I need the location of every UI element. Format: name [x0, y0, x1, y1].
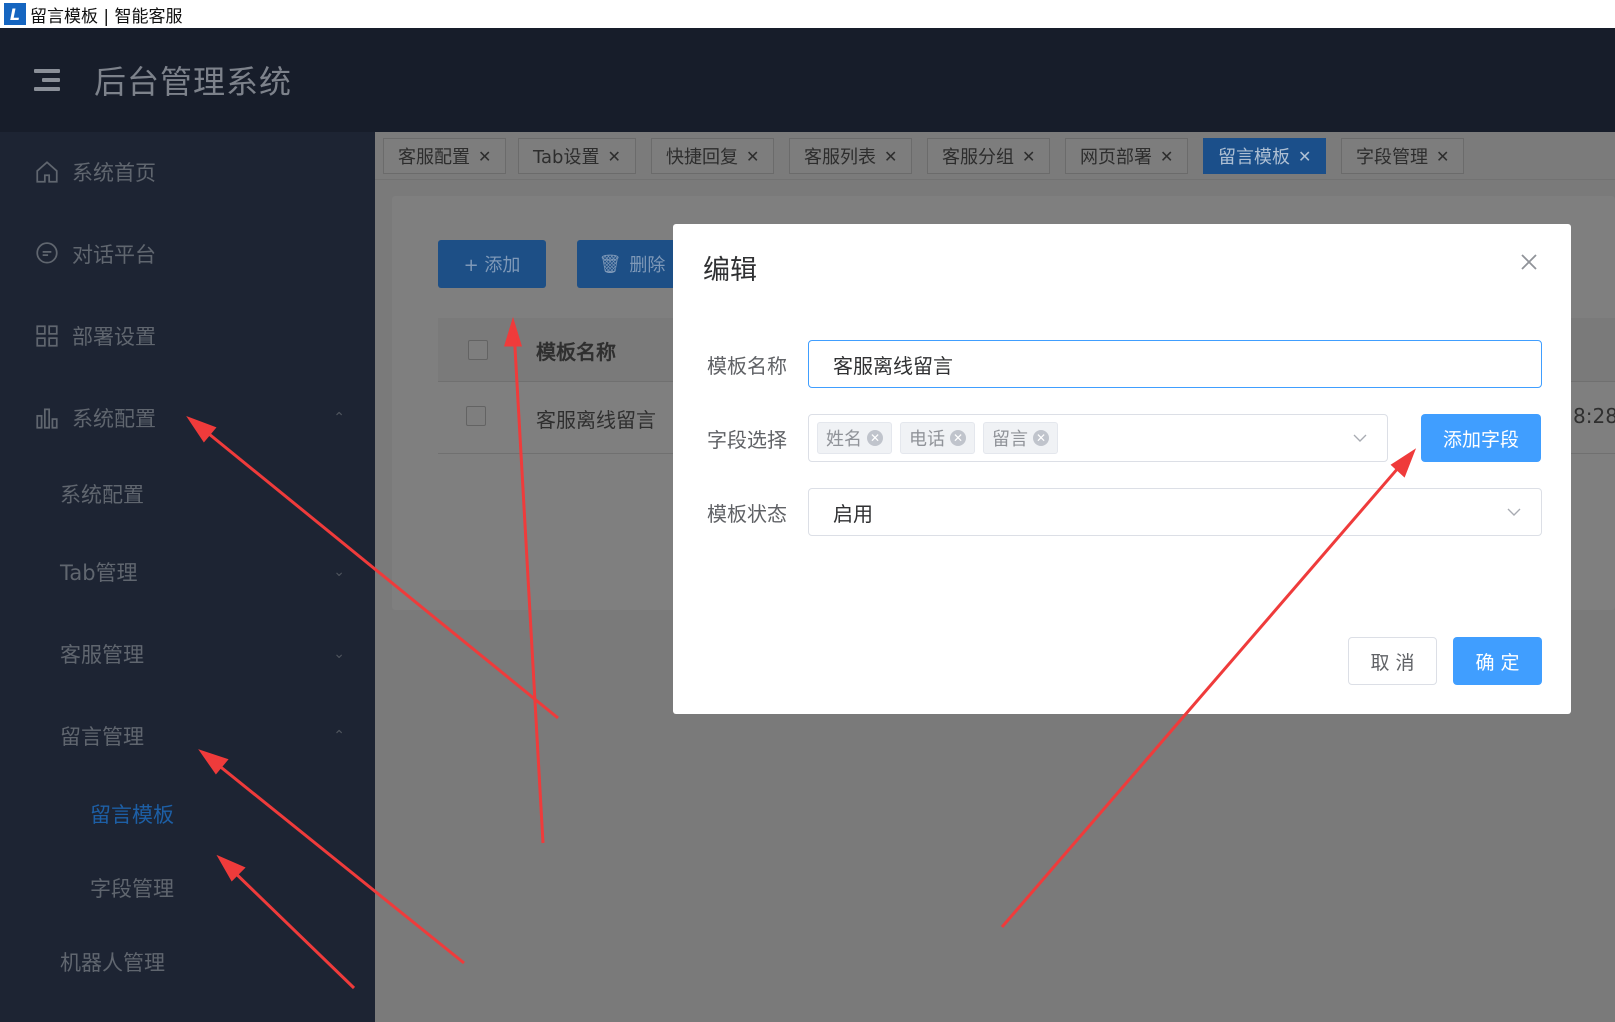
- sidebar-item-system-config[interactable]: 系统配置 ⌃: [0, 388, 375, 448]
- app-title: 后台管理系统: [94, 63, 293, 101]
- close-icon[interactable]: ✕: [478, 147, 491, 166]
- template-name-input[interactable]: 客服离线留言: [808, 340, 1542, 388]
- close-icon[interactable]: [1517, 250, 1541, 274]
- sidebar-item-label: 字段管理: [90, 877, 174, 901]
- tab-message-template[interactable]: 留言模板 ✕: [1203, 138, 1327, 174]
- select-all-checkbox[interactable]: [468, 340, 488, 360]
- tag-close-icon[interactable]: ✕: [867, 430, 883, 446]
- close-icon[interactable]: ✕: [884, 147, 897, 166]
- sidebar-subitem-system-config[interactable]: 系统配置: [0, 464, 375, 524]
- sidebar-subitem-robot-manage[interactable]: 机器人管理: [0, 932, 375, 992]
- close-icon[interactable]: ✕: [1436, 147, 1449, 166]
- sidebar-subitem-message-manage[interactable]: 留言管理 ⌃: [0, 706, 375, 766]
- row-time-cell: 8:28:: [1573, 404, 1615, 428]
- tab-label: 客服配置: [398, 147, 470, 168]
- close-icon[interactable]: ✕: [607, 147, 620, 166]
- cancel-button[interactable]: 取 消: [1348, 637, 1437, 685]
- close-icon[interactable]: ✕: [1022, 147, 1035, 166]
- chevron-down-icon: ⌄: [333, 564, 345, 580]
- tab-agent-list[interactable]: 客服列表 ✕: [789, 138, 913, 174]
- tab-label: Tab设置: [533, 147, 600, 168]
- confirm-button[interactable]: 确 定: [1453, 637, 1542, 685]
- tab-quick-reply[interactable]: 快捷回复 ✕: [651, 138, 775, 174]
- sidebar-item-home[interactable]: 系统首页: [0, 142, 375, 202]
- window-titlebar: L 留言模板 | 智能客服: [0, 0, 1615, 28]
- tab-web-deploy[interactable]: 网页部署 ✕: [1065, 138, 1189, 174]
- close-icon[interactable]: ✕: [1298, 147, 1311, 166]
- field-tag-label: 留言: [992, 429, 1028, 450]
- tag-close-icon[interactable]: ✕: [950, 430, 966, 446]
- sidebar-item-label: Tab管理: [60, 561, 138, 585]
- tab-field-manage[interactable]: 字段管理 ✕: [1341, 138, 1465, 174]
- tab-label: 客服列表: [804, 147, 876, 168]
- close-icon[interactable]: ✕: [1160, 147, 1173, 166]
- sidebar-subitem-tab-manage[interactable]: Tab管理 ⌄: [0, 542, 375, 602]
- template-status-label: 模板状态: [707, 502, 787, 526]
- field-tag-label: 电话: [909, 429, 945, 450]
- add-button[interactable]: + 添加: [438, 240, 546, 288]
- delete-label: 删除: [629, 255, 666, 276]
- field-tag-label: 姓名: [826, 429, 862, 450]
- sidebar-item-label: 客服管理: [60, 643, 144, 667]
- sidebar-subitem-message-template[interactable]: 留言模板: [0, 784, 375, 844]
- app-logo: L: [4, 3, 26, 25]
- tab-tab-settings[interactable]: Tab设置 ✕: [518, 138, 636, 174]
- sidebar-subitem-field-manage[interactable]: 字段管理: [0, 858, 375, 918]
- tag-close-icon[interactable]: ✕: [1033, 430, 1049, 446]
- dialog-title: 编辑: [703, 255, 757, 286]
- delete-button[interactable]: 🗑 删除: [577, 240, 687, 288]
- field-select-label: 字段选择: [707, 428, 787, 452]
- chevron-up-icon: ⌃: [333, 410, 345, 426]
- tab-label: 字段管理: [1356, 147, 1428, 168]
- sidebar-item-label: 留言管理: [60, 725, 144, 749]
- home-icon: [36, 161, 58, 183]
- row-checkbox[interactable]: [466, 406, 486, 426]
- trash-icon: 🗑: [598, 253, 622, 275]
- hamburger-menu-icon[interactable]: [34, 69, 60, 91]
- tab-agent-group[interactable]: 客服分组 ✕: [927, 138, 1051, 174]
- tab-agent-config[interactable]: 客服配置 ✕: [383, 138, 507, 174]
- chevron-up-icon: ⌃: [333, 728, 345, 744]
- chevron-down-icon: [1353, 434, 1367, 442]
- sidebar-item-deploy[interactable]: 部署设置: [0, 306, 375, 366]
- tab-label: 客服分组: [942, 147, 1014, 168]
- bar-chart-icon: [36, 408, 58, 429]
- sidebar-item-label: 系统首页: [72, 161, 156, 185]
- sidebar-item-label: 对话平台: [72, 243, 156, 267]
- field-tag: 留言 ✕: [983, 422, 1058, 454]
- sidebar-item-label: 留言模板: [90, 803, 174, 827]
- chevron-down-icon: [1507, 508, 1521, 516]
- template-status-select[interactable]: 启用: [808, 488, 1542, 536]
- sidebar-item-label: 系统配置: [72, 407, 156, 431]
- sidebar-item-chat[interactable]: 对话平台: [0, 224, 375, 284]
- close-icon[interactable]: ✕: [746, 147, 759, 166]
- template-name-label: 模板名称: [707, 354, 787, 378]
- chevron-down-icon: ⌄: [333, 646, 345, 662]
- tab-label: 快捷回复: [666, 147, 738, 168]
- field-tag: 电话 ✕: [900, 422, 975, 454]
- field-tag: 姓名 ✕: [817, 422, 892, 454]
- template-status-value: 启用: [833, 501, 873, 526]
- field-multi-select[interactable]: 姓名 ✕ 电话 ✕ 留言 ✕: [808, 414, 1388, 462]
- sidebar-item-label: 部署设置: [72, 325, 156, 349]
- chat-icon: [36, 242, 58, 264]
- app-header: 后台管理系统: [0, 28, 1615, 132]
- grid-icon: [36, 325, 58, 347]
- sidebar-subitem-agent-manage[interactable]: 客服管理 ⌄: [0, 624, 375, 684]
- sidebar-item-label: 系统配置: [60, 483, 144, 507]
- sidebar-item-label: 机器人管理: [60, 951, 165, 975]
- row-name-cell: 客服离线留言: [536, 408, 656, 432]
- edit-dialog: 编辑 模板名称 客服离线留言 字段选择 姓名 ✕ 电话 ✕ 留言 ✕ 添加字段 模板状…: [673, 224, 1571, 714]
- window-title: 留言模板 | 智能客服: [30, 6, 183, 27]
- column-header-name: 模板名称: [536, 340, 616, 364]
- tab-label: 留言模板: [1218, 147, 1290, 168]
- add-field-button[interactable]: 添加字段: [1421, 414, 1541, 462]
- sidebar: 系统首页 对话平台 部署设置 系统配置 ⌃ 系统配置 Tab管理 ⌄ 客服管理 …: [0, 132, 375, 1022]
- tab-label: 网页部署: [1080, 147, 1152, 168]
- template-name-value: 客服离线留言: [833, 353, 953, 378]
